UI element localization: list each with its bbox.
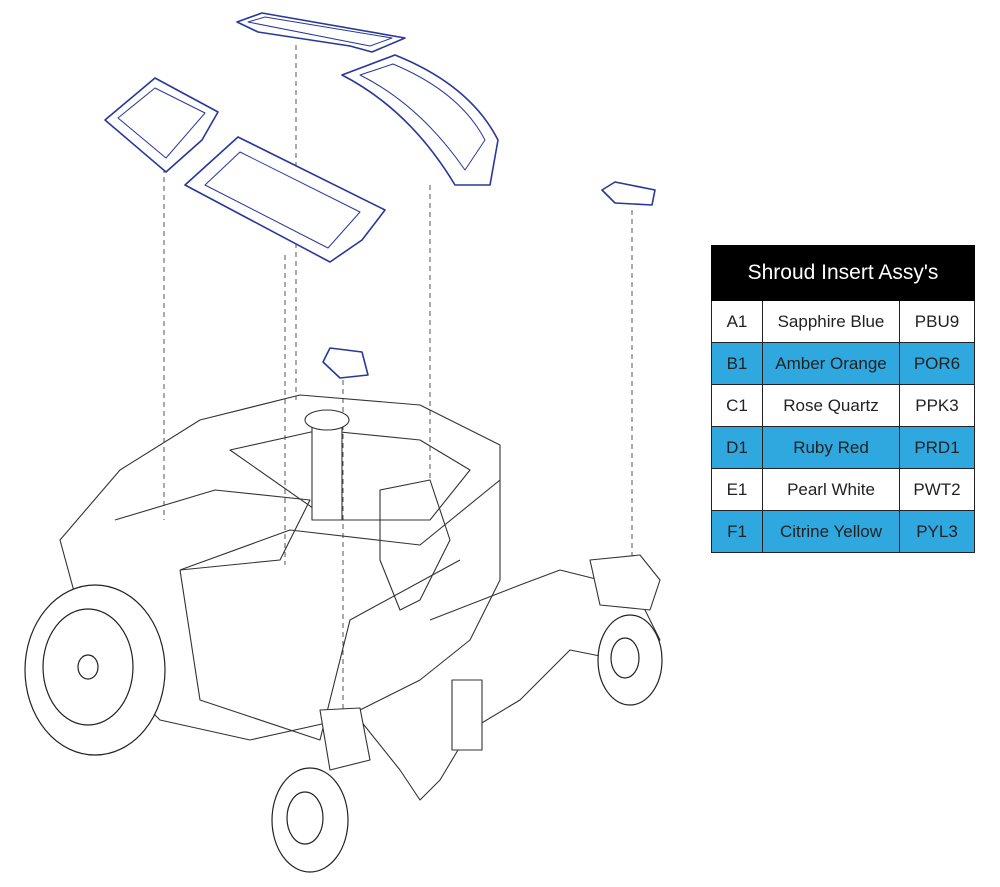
power-chair-base <box>59 394 661 801</box>
table-row: C1 Rose Quartz PPK3 <box>711 384 975 427</box>
caster-housing-left <box>319 707 371 771</box>
mount-bracket <box>451 679 483 751</box>
shroud-inserts <box>104 12 656 379</box>
table-row: F1 Citrine Yellow PYL3 <box>711 510 975 553</box>
table-row: E1 Pearl White PWT2 <box>711 468 975 511</box>
code-cell: D1 <box>711 426 763 469</box>
color-cell: Citrine Yellow <box>762 510 900 553</box>
seat-post-top <box>304 409 350 431</box>
color-cell: Ruby Red <box>762 426 900 469</box>
code-cell: A1 <box>711 300 763 343</box>
shroud-insert-table: Shroud Insert Assy's A1 Sapphire Blue PBU9… <box>711 245 975 553</box>
shroud-panel-right-inner <box>359 63 486 171</box>
color-cell: Amber Orange <box>762 342 900 385</box>
code-cell: F1 <box>711 510 763 553</box>
part-cell: PBU9 <box>899 300 975 343</box>
part-cell: PPK3 <box>899 384 975 427</box>
cap-insert-right <box>601 181 656 206</box>
cap-insert-center <box>322 347 369 379</box>
part-cell: POR6 <box>899 342 975 385</box>
part-cell: PRD1 <box>899 426 975 469</box>
code-cell: C1 <box>711 384 763 427</box>
part-cell: PWT2 <box>899 468 975 511</box>
color-cell: Pearl White <box>762 468 900 511</box>
code-cell: B1 <box>711 342 763 385</box>
table-row: B1 Amber Orange POR6 <box>711 342 975 385</box>
part-cell: PYL3 <box>899 510 975 553</box>
code-cell: E1 <box>711 468 763 511</box>
table-row: A1 Sapphire Blue PBU9 <box>711 300 975 343</box>
color-cell: Sapphire Blue <box>762 300 900 343</box>
table-row: D1 Ruby Red PRD1 <box>711 426 975 469</box>
color-cell: Rose Quartz <box>762 384 900 427</box>
caster-housing-right <box>589 554 661 611</box>
joystick-mount <box>379 479 451 611</box>
seat-post <box>311 419 343 521</box>
table-title: Shroud Insert Assy's <box>711 245 975 301</box>
